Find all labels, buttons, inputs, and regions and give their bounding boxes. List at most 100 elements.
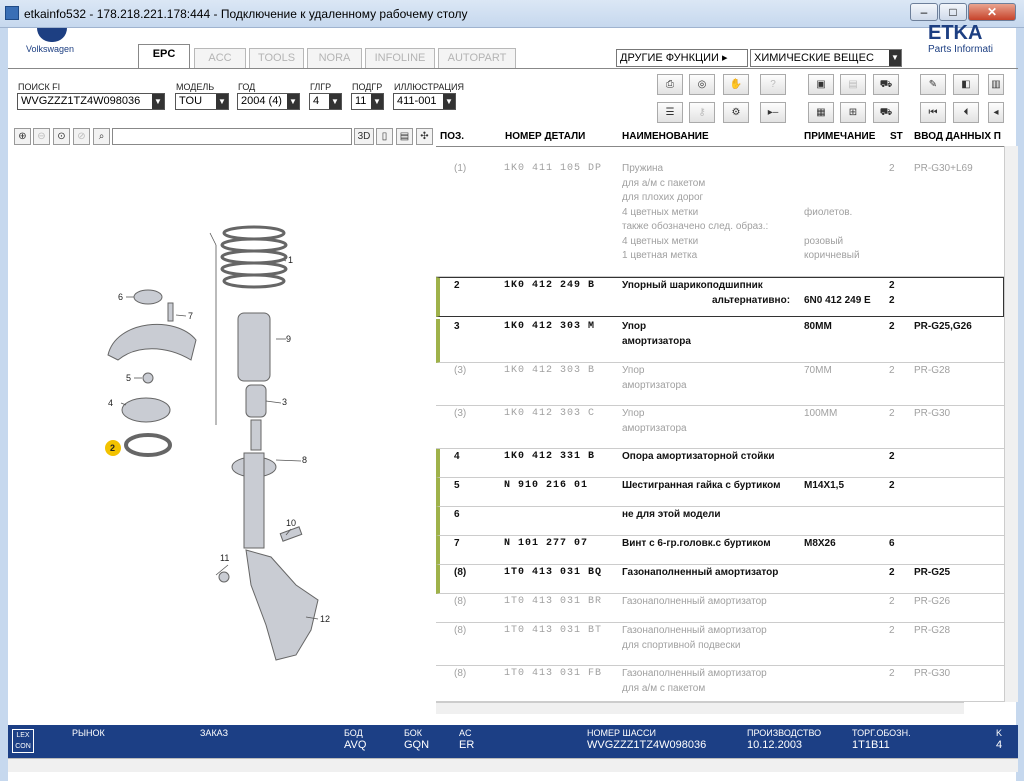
chemicals-select[interactable]: ХИМИЧЕСКИЕ ВЕЩЕС ▼ xyxy=(750,49,902,67)
callout-5[interactable]: 5 xyxy=(126,373,131,383)
col-header-name[interactable]: НАИМЕНОВАНИЕ xyxy=(622,128,709,146)
cell-part-number: 1T0 413 031 BR xyxy=(504,596,603,607)
table-row[interactable]: 5 N 910 216 01 Шестигранная гайка с буртик… xyxy=(436,478,1004,507)
bike-icon[interactable]: ⚙ xyxy=(723,102,749,123)
table-row[interactable]: (3) 1K0 412 303 B Упор амортизатора 70MM 2 PR-… xyxy=(436,363,1004,406)
help-icon[interactable]: ? xyxy=(760,74,786,95)
grid-table-icon[interactable]: ▦ xyxy=(808,102,834,123)
view-3d-button[interactable]: 3D xyxy=(354,128,374,145)
table-vertical-scrollbar[interactable] xyxy=(1004,146,1018,702)
callout-1[interactable]: 1 xyxy=(288,255,293,265)
tab-epc[interactable]: EPC xyxy=(138,44,190,69)
cell-name: Упор xyxy=(622,321,647,332)
tab-infoline[interactable]: INFOLINE xyxy=(365,48,435,68)
key-icon[interactable]: ⚷ xyxy=(689,102,715,123)
table-row[interactable]: 4 1K0 412 331 B Опора амортизаторной стойк… xyxy=(436,449,1004,478)
cell-st: 2 xyxy=(889,480,895,491)
layout-icon[interactable]: ▤ xyxy=(396,128,413,145)
maximize-button[interactable]: □ xyxy=(939,3,967,21)
other-functions-button[interactable]: ДРУГИЕ ФУНКЦИИ ▸ xyxy=(616,49,748,67)
zoom-in-icon[interactable]: ⊕ xyxy=(14,128,31,145)
zoom-out-icon[interactable]: ⊖ xyxy=(33,128,50,145)
table-row[interactable]: (8) 1T0 413 031 BT Газонаполненный амортиз… xyxy=(436,623,1004,666)
year-value: 2004 (4) xyxy=(241,95,282,107)
table-row[interactable]: (8) 1T0 413 031 BQ Газонаполненный амортиз… xyxy=(436,565,1004,594)
cell-data-entry: PR-G30 xyxy=(914,668,951,679)
cart-list-icon[interactable]: ⛟ xyxy=(873,102,899,123)
table-row[interactable]: (8) 1T0 413 031 BR Газонаполненный амортиз… xyxy=(436,594,1004,623)
previous-page-icon[interactable]: ⏴ xyxy=(953,102,979,123)
tab-acc[interactable]: ACC xyxy=(194,48,246,68)
callout-7[interactable]: 7 xyxy=(188,311,193,321)
illustration-select[interactable]: 411-001 ▼ xyxy=(393,93,456,110)
filter-label-year: ГОД xyxy=(238,82,256,92)
callout-2[interactable]: 2 xyxy=(110,443,115,453)
cell-data-entry: PR-G30 xyxy=(914,408,951,419)
tab-autopart[interactable]: AUTOPART xyxy=(438,48,516,68)
search-icon[interactable]: ⌕ xyxy=(93,128,110,145)
arrow-minus-icon[interactable]: ▸– xyxy=(760,102,786,123)
callout-3[interactable]: 3 xyxy=(282,397,287,407)
page-back-icon[interactable]: ◧ xyxy=(953,74,979,95)
handshake-icon[interactable]: ✋ xyxy=(723,74,749,95)
table-row[interactable]: (8) 1T0 413 031 FB Газонаполненный амортиз… xyxy=(436,666,1004,702)
vw-label: Volkswagen xyxy=(26,44,75,54)
vin-search-field[interactable]: WVGZZZ1TZ4W098036 ▼ xyxy=(17,93,165,110)
callout-8[interactable]: 8 xyxy=(302,455,307,465)
page-icon[interactable]: ▥ xyxy=(988,74,1004,95)
table-row[interactable]: (3) 1K0 412 303 C Упор амортизатора 100MM 2 PR… xyxy=(436,406,1004,449)
minimize-button[interactable]: – xyxy=(910,3,938,21)
cell-note: 80MM xyxy=(804,321,832,332)
cell-name: для плохих дорог xyxy=(622,192,704,203)
resize-icon[interactable]: ✣ xyxy=(416,128,433,145)
etka-logo: ETKA xyxy=(928,22,983,44)
col-header-pos[interactable]: ПОЗ. xyxy=(440,128,465,146)
illustration-search-input[interactable] xyxy=(112,128,352,145)
cart-icon[interactable]: ⛟ xyxy=(873,74,899,95)
col-header-note[interactable]: ПРИМЕЧАНИЕ xyxy=(804,128,876,146)
elsa-icon[interactable]: ▣ xyxy=(808,74,834,95)
callout-4[interactable]: 4 xyxy=(108,398,113,408)
depot-icon[interactable]: ▤ xyxy=(840,74,866,95)
table-row[interactable]: 6 не для этой модели xyxy=(436,507,1004,536)
dust-boot xyxy=(237,312,271,382)
lexcon-logo: LEX CON xyxy=(12,729,34,753)
table-row[interactable]: (1) 1K0 411 105 DP Пружина для а/м с пакето… xyxy=(436,161,1004,277)
print-icon[interactable]: ⎙ xyxy=(657,74,683,95)
main-group-select[interactable]: 4 ▼ xyxy=(309,93,342,110)
status-bar: LEX CON РЫНОК ЗАКАЗ БОД AVQ БОК GQN AC E… xyxy=(8,725,1018,758)
callout-12[interactable]: 12 xyxy=(320,614,330,624)
col-header-st[interactable]: ST xyxy=(890,128,903,146)
first-page-icon[interactable]: ⏮ xyxy=(920,102,946,123)
callout-9[interactable]: 9 xyxy=(286,334,291,344)
tab-nora[interactable]: NORA xyxy=(307,48,362,68)
prev-icon[interactable]: ◂ xyxy=(988,102,1004,123)
col-header-part-number[interactable]: НОМЕР ДЕТАЛИ xyxy=(505,128,586,146)
col-header-data-entry[interactable]: ВВОД ДАННЫХ П xyxy=(914,128,1004,146)
callout-11[interactable]: 11 xyxy=(220,553,229,563)
zoom-fit-icon[interactable]: ⊙ xyxy=(53,128,70,145)
tab-tools[interactable]: TOOLS xyxy=(249,48,304,68)
model-select[interactable]: TOU ▼ xyxy=(175,93,229,110)
cell-st: 2 xyxy=(889,567,895,578)
cell-part-number: 1K0 412 249 B xyxy=(504,280,596,291)
cart-add-icon[interactable]: ⊞ xyxy=(840,102,866,123)
subgroup-select[interactable]: 11 ▼ xyxy=(351,93,384,110)
table-row[interactable]: 2 1K0 412 249 B Упорный шарикоподшипник аль… xyxy=(436,277,1004,317)
table-horizontal-scrollbar[interactable] xyxy=(436,702,964,714)
spring-seat xyxy=(107,323,197,361)
pin-icon[interactable]: ✎ xyxy=(920,74,946,95)
cell-pos: (1) xyxy=(454,163,467,174)
zoom-reset-icon[interactable]: ⊘ xyxy=(73,128,90,145)
table-row[interactable]: 7 N 101 277 07 Винт с 6-гр.головк.с буртик… xyxy=(436,536,1004,565)
table-row[interactable]: 3 1K0 412 303 M Упор амортизатора 80MM 2 PR-G2… xyxy=(436,319,1004,363)
app-icon xyxy=(5,6,19,20)
year-select[interactable]: 2004 (4) ▼ xyxy=(237,93,300,110)
split-view-icon[interactable]: ▯ xyxy=(376,128,393,145)
callout-10[interactable]: 10 xyxy=(286,518,296,528)
close-button[interactable]: ✕ xyxy=(968,3,1016,21)
list-icon[interactable]: ☰ xyxy=(657,102,683,123)
window-horizontal-scrollbar[interactable] xyxy=(8,758,1018,772)
callout-6[interactable]: 6 xyxy=(118,292,123,302)
service-icon[interactable]: ◎ xyxy=(689,74,715,95)
